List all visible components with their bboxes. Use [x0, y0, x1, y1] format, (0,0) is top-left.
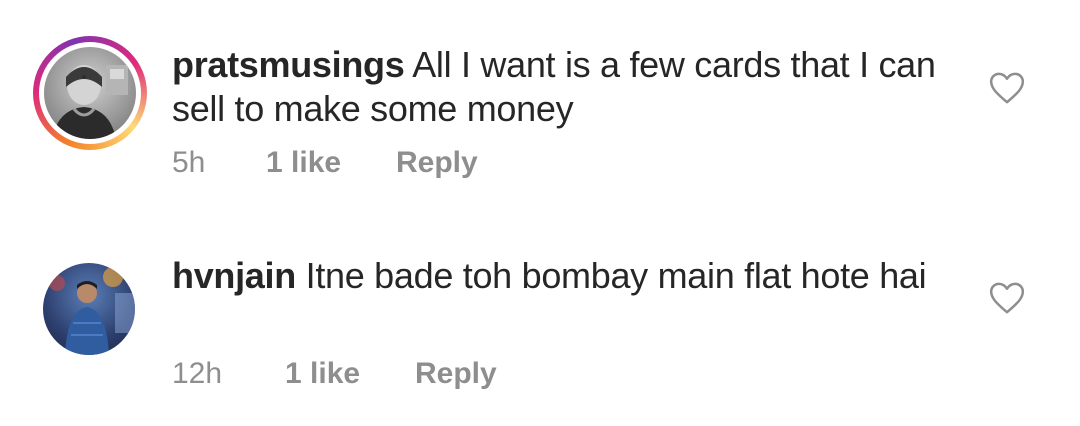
avatar [44, 47, 136, 139]
heart-outline-icon [989, 282, 1025, 314]
comment-text: Itne bade toh bombay main flat hote hai [305, 255, 927, 296]
comment-item: pratsmusings All I want is a few cards t… [0, 0, 1080, 213]
comment-likes-count[interactable]: 1 like [266, 146, 341, 180]
comment-likes-count[interactable]: 1 like [285, 357, 360, 391]
comment-username[interactable]: pratsmusings [172, 44, 405, 85]
comment-body: pratsmusings All I want is a few cards t… [172, 43, 952, 131]
comment-timestamp: 5h [172, 146, 206, 179]
comment-username[interactable]: hvnjain [172, 255, 296, 296]
avatar[interactable] [43, 263, 135, 355]
like-button[interactable] [987, 278, 1027, 318]
avatar-photo-icon [49, 267, 135, 355]
like-button[interactable] [987, 68, 1027, 108]
avatar-story-ring[interactable] [33, 36, 147, 150]
avatar-ring-gap [39, 42, 141, 144]
comment-timestamp: 12h [172, 357, 223, 390]
heart-outline-icon [989, 72, 1025, 104]
reply-button[interactable]: Reply [396, 146, 478, 180]
reply-button[interactable]: Reply [415, 357, 497, 391]
comment-item: hvnjain Itne bade toh bombay main flat h… [0, 213, 1080, 426]
avatar-photo-icon [52, 65, 128, 139]
comment-body: hvnjain Itne bade toh bombay main flat h… [172, 254, 952, 298]
